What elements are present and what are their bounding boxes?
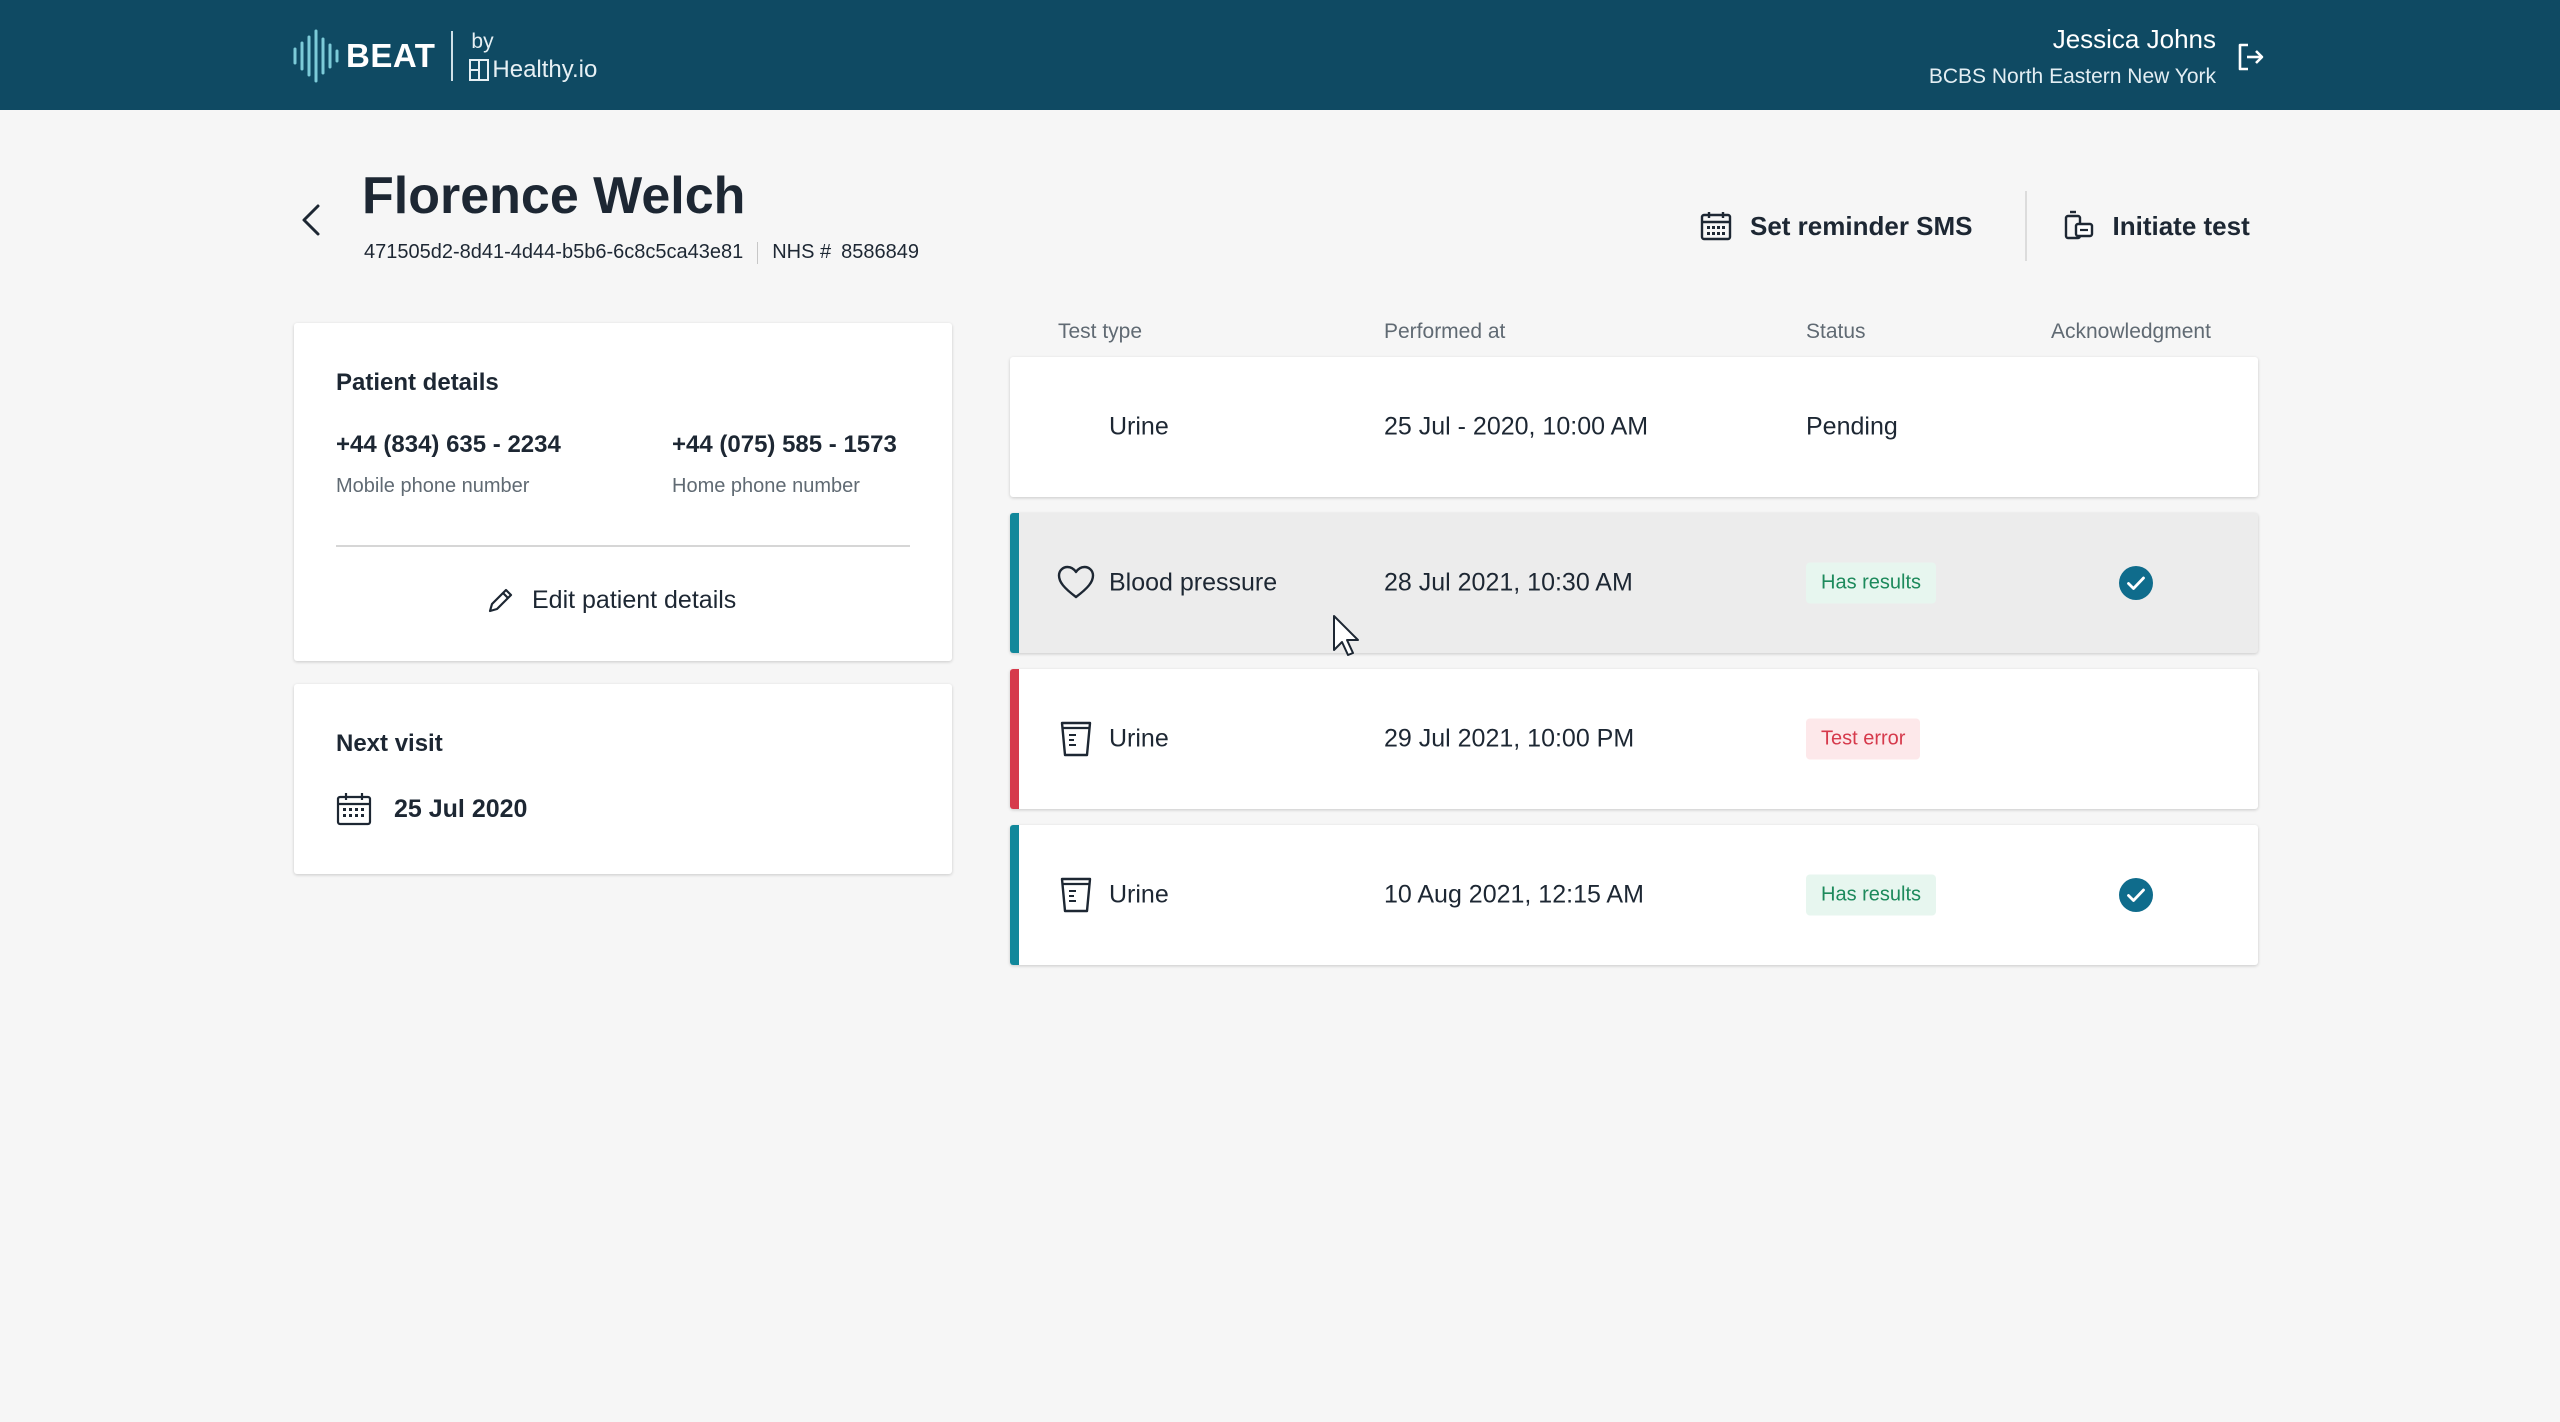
patient-details-card: Patient details +44 (834) 635 - 2234 Mob… (294, 323, 952, 661)
check-circle-icon (2119, 878, 2153, 912)
pencil-icon (488, 588, 513, 613)
status-badge: Has results (1806, 562, 1937, 604)
healthy-logo-icon (469, 58, 490, 81)
calendar-icon (1700, 212, 1732, 241)
urine-cup-icon (1060, 721, 1092, 757)
status-badge: Test error (1806, 718, 1921, 760)
next-visit-date: 25 Jul 2020 (394, 794, 528, 823)
status-badge: Has results (1806, 874, 1937, 916)
calendar-icon (336, 793, 372, 826)
user-name: Jessica Johns (2052, 24, 2216, 54)
column-header-test-type[interactable]: Test type (1058, 320, 1142, 344)
brand-divider (451, 31, 454, 81)
action-bar: Set reminder SMS Initiate test (1700, 190, 2250, 262)
nhs-label: NHS # (772, 241, 832, 263)
partner-name: Healthy.io (492, 55, 598, 83)
column-header-status[interactable]: Status (1806, 320, 1866, 344)
id-separator (757, 241, 759, 264)
set-reminder-sms-button[interactable]: Set reminder SMS (1700, 211, 1973, 242)
tests-table-header: Test type Performed at Status Acknowledg… (1010, 320, 2258, 350)
by-label: by (471, 29, 494, 53)
action-divider (2024, 191, 2027, 261)
nhs-number: 8586849 (841, 241, 919, 263)
back-arrow-icon[interactable] (296, 200, 326, 240)
mobile-phone-value: +44 (834) 635 - 2234 (336, 431, 561, 458)
check-circle-icon (2119, 566, 2153, 600)
logout-icon[interactable] (2236, 42, 2264, 72)
performed-at: 29 Jul 2021, 10:00 PM (1384, 724, 1635, 753)
table-row[interactable]: Urine 10 Aug 2021, 12:15 AM Has results (1010, 825, 2258, 965)
next-visit-title: Next visit (336, 730, 443, 757)
user-info: Jessica Johns BCBS North Eastern New Yor… (1929, 24, 2216, 89)
heart-icon (1057, 565, 1095, 599)
column-header-acknowledgment[interactable]: Acknowledgment (2051, 320, 2211, 344)
initiate-test-button[interactable]: Initiate test (2063, 210, 2250, 242)
set-reminder-label: Set reminder SMS (1750, 210, 1973, 241)
next-visit-card: Next visit 25 Jul 2020 (294, 684, 952, 874)
home-phone-label: Home phone number (672, 475, 860, 497)
test-type: Urine (1109, 412, 1169, 441)
status-stripe (1010, 825, 1019, 965)
test-type: Blood pressure (1109, 568, 1278, 597)
mobile-phone-label: Mobile phone number (336, 475, 530, 497)
column-header-performed-at[interactable]: Performed at (1384, 320, 1505, 344)
page-title: Florence Welch (362, 167, 746, 225)
card-divider (336, 545, 910, 547)
edit-patient-details-button[interactable]: Edit patient details (486, 585, 736, 615)
urine-cup-icon (1060, 877, 1092, 913)
patient-identifiers: 471505d2-8d41-4d44-b5b6-6c8c5ca43e81 NHS… (364, 241, 919, 264)
home-phone-value: +44 (075) 585 - 1573 (672, 431, 897, 458)
patient-id: 471505d2-8d41-4d44-b5b6-6c8c5ca43e81 (364, 241, 744, 263)
status-stripe (1010, 513, 1019, 653)
soundwave-logo-icon (293, 29, 339, 83)
brand-name: BEAT (346, 37, 436, 74)
performed-at: 25 Jul - 2020, 10:00 AM (1384, 412, 1649, 441)
edit-patient-details-label: Edit patient details (532, 585, 737, 614)
table-row[interactable]: Urine 29 Jul 2021, 10:00 PM Test error (1010, 669, 2258, 809)
performed-at: 10 Aug 2021, 12:15 AM (1384, 880, 1644, 909)
status-text: Pending (1806, 412, 1898, 441)
test-type: Urine (1109, 724, 1169, 753)
test-kit-icon (2064, 210, 2093, 240)
table-row[interactable]: Urine 25 Jul - 2020, 10:00 AM Pending (1010, 357, 2258, 497)
top-bar: BEAT by Healthy.io Jessica Johns BCBS No… (0, 0, 2560, 110)
status-stripe (1010, 669, 1019, 809)
user-org: BCBS North Eastern New York (1928, 65, 2216, 88)
table-row[interactable]: Blood pressure 28 Jul 2021, 10:30 AM Has… (1010, 513, 2258, 653)
patient-details-title: Patient details (336, 369, 499, 396)
performed-at: 28 Jul 2021, 10:30 AM (1384, 568, 1633, 597)
next-visit-date-row: 25 Jul 2020 (336, 792, 527, 826)
brand-logo[interactable]: BEAT by Healthy.io (292, 26, 597, 86)
initiate-test-label: Initiate test (2112, 210, 2250, 241)
test-type: Urine (1109, 880, 1169, 909)
